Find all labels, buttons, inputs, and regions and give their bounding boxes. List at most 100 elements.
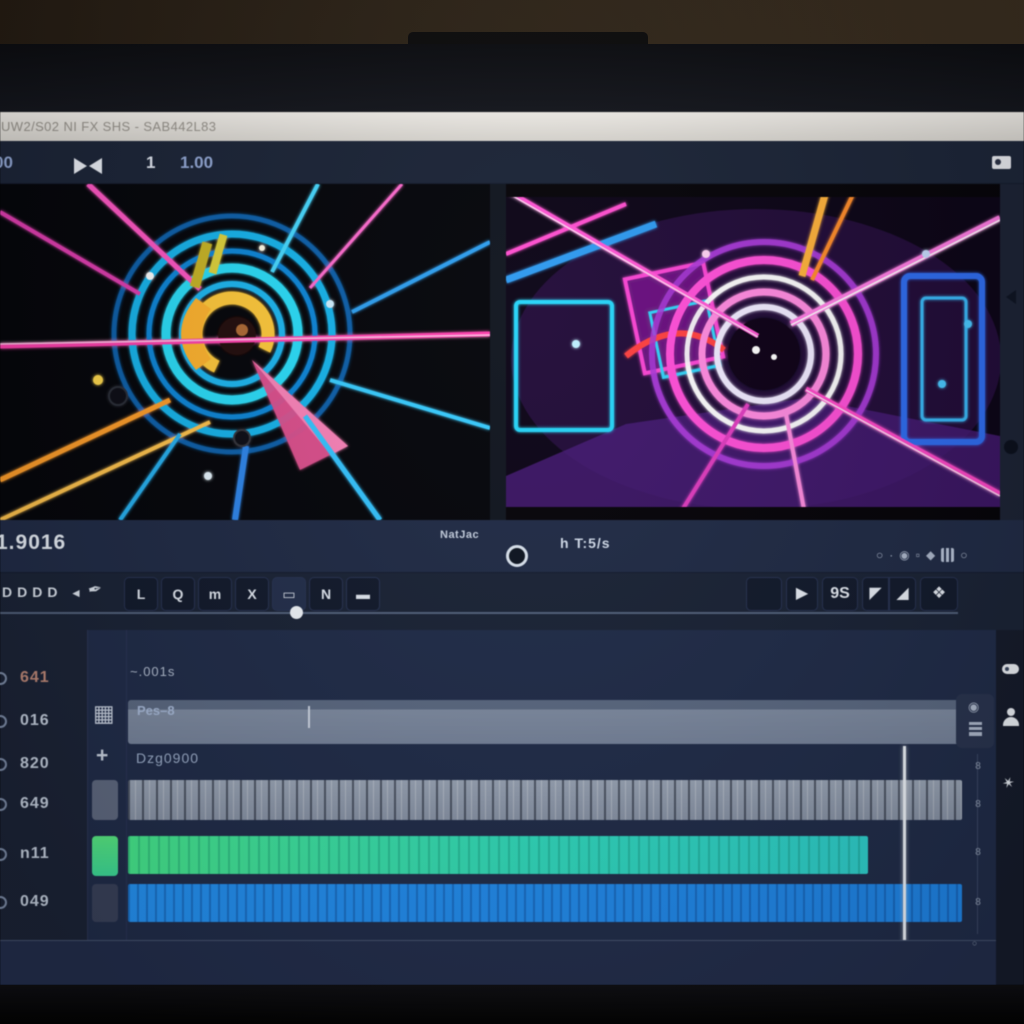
grid-view-icon[interactable]: ▦ bbox=[93, 700, 115, 727]
effect-row-label: Dzg0900 bbox=[136, 750, 199, 766]
track-color-chip-gray[interactable] bbox=[92, 780, 118, 820]
program-monitor-video bbox=[506, 184, 1000, 520]
track-toggle-icon[interactable] bbox=[0, 798, 7, 811]
photo-of-laptop-screen: UW2/S02 NI FX SHS - SAB442L83 00 1 1.00 bbox=[0, 0, 1024, 1024]
playhead[interactable] bbox=[903, 746, 906, 958]
play-button[interactable]: ▶ bbox=[786, 577, 818, 611]
track-lock-icon[interactable]: 8 bbox=[971, 846, 985, 860]
track-header[interactable]: 016 bbox=[0, 711, 88, 735]
track-id: 049 bbox=[20, 893, 50, 911]
editor-window: UW2/S02 NI FX SHS - SAB442L83 00 1 1.00 bbox=[0, 112, 1024, 985]
select-tool-button[interactable]: ▭ bbox=[272, 577, 306, 611]
timeline-panel: 641 016 820 649 n11 bbox=[0, 630, 1024, 985]
track-lock-icon[interactable]: 8 bbox=[971, 896, 985, 910]
video-clip-filmstrip[interactable] bbox=[128, 780, 962, 820]
zoom-tool-button[interactable]: Q bbox=[161, 577, 195, 611]
clip-name-label: NatJac bbox=[440, 529, 479, 541]
track-options-panel[interactable]: ◉ bbox=[956, 694, 994, 748]
laptop-base bbox=[0, 985, 1024, 1024]
user-icon[interactable] bbox=[1003, 708, 1019, 726]
dot-icon[interactable]: · bbox=[889, 547, 893, 563]
slip-tool-button[interactable]: ▬ bbox=[346, 577, 380, 611]
program-monitor[interactable] bbox=[506, 184, 1000, 520]
track-color-chip-green[interactable] bbox=[92, 836, 118, 876]
track-header[interactable]: n11 bbox=[0, 844, 88, 868]
track-toggle-icon[interactable] bbox=[0, 672, 7, 685]
window-title: UW2/S02 NI FX SHS - SAB442L83 bbox=[1, 119, 216, 134]
effects-sparkle-icon[interactable]: ✶ bbox=[999, 772, 1017, 793]
safe-margins-icon[interactable]: ▫ bbox=[916, 547, 920, 563]
track-header[interactable]: 641 bbox=[0, 668, 88, 692]
room-background bbox=[0, 0, 1024, 44]
keyframe-tool-icon[interactable]: D bbox=[2, 584, 12, 600]
blank-button[interactable] bbox=[746, 577, 782, 611]
settings-icon[interactable]: ◉ bbox=[899, 547, 909, 563]
sequence-marker bbox=[308, 706, 310, 728]
output-icon[interactable]: ○ bbox=[960, 547, 967, 563]
track-toggle-icon[interactable] bbox=[0, 758, 7, 771]
track-id: 649 bbox=[20, 795, 50, 813]
track-color-chip-dark[interactable] bbox=[92, 884, 118, 922]
tools-toolbar: D D D D ◄ ✒ L Q m X ▭ N ▬ ▶ 9S ◤ ◢ ❖ bbox=[0, 572, 1024, 630]
track-header[interactable]: 649 bbox=[0, 794, 88, 818]
keyframe-tool-icon[interactable]: D bbox=[47, 584, 57, 600]
audio-clip-teal[interactable] bbox=[128, 836, 868, 874]
track-header[interactable]: 049 bbox=[0, 892, 88, 916]
selection-arrow-icon[interactable]: ◄ bbox=[70, 586, 82, 600]
hand-tool-button[interactable]: L bbox=[124, 577, 158, 611]
track-toggle-icon[interactable] bbox=[0, 896, 7, 909]
levels-icon[interactable] bbox=[969, 722, 982, 736]
speed-button[interactable]: 9S bbox=[822, 577, 858, 611]
sliders-icon[interactable] bbox=[941, 548, 954, 562]
marker-tool-button[interactable]: m bbox=[198, 577, 232, 611]
audio-clip-blue[interactable] bbox=[128, 884, 962, 922]
nested-sequence-bar[interactable]: Pes–8 bbox=[128, 700, 964, 744]
webcam-notch bbox=[408, 32, 648, 44]
rail-divider bbox=[126, 630, 127, 985]
keyframe-icon[interactable] bbox=[74, 158, 102, 174]
monitor-settings-icons: ○ · ◉ ▫ ◆ ○ bbox=[876, 546, 1016, 564]
app-menubar: 00 1 1.00 bbox=[0, 141, 1024, 184]
sphere-icon bbox=[1004, 440, 1018, 454]
timecode-display[interactable]: 1.9016 bbox=[0, 531, 66, 555]
track-lock-icon[interactable]: 8 bbox=[971, 798, 985, 812]
ramp-button[interactable]: ◢ bbox=[889, 577, 916, 611]
track-id: 641 bbox=[20, 669, 50, 687]
display-icon[interactable] bbox=[992, 156, 1011, 169]
track-toggle-icon[interactable] bbox=[0, 715, 7, 728]
keyframe-tool-icon[interactable]: D bbox=[32, 584, 42, 600]
source-monitor-video bbox=[0, 184, 490, 520]
keyframe-tool-icon[interactable]: D bbox=[17, 584, 27, 600]
track-id: n11 bbox=[20, 845, 50, 863]
screen-bezel bbox=[0, 44, 1024, 112]
track-toggle-icon[interactable] bbox=[0, 848, 7, 861]
track-id: 820 bbox=[20, 755, 50, 773]
track-tool-button[interactable]: N bbox=[309, 577, 343, 611]
razor-tool-button[interactable]: X bbox=[235, 577, 269, 611]
record-button[interactable] bbox=[506, 545, 528, 567]
right-dock-panel: ✶ bbox=[996, 630, 1024, 985]
zoom-level-value[interactable]: 1.00 bbox=[180, 153, 213, 173]
sequence-label: Pes–8 bbox=[137, 703, 175, 718]
loop-icon[interactable]: ○ bbox=[876, 547, 883, 563]
playback-rate-label: h T:5/s bbox=[560, 535, 611, 551]
track-header[interactable]: 820 bbox=[0, 754, 88, 778]
window-titlebar[interactable]: UW2/S02 NI FX SHS - SAB442L83 bbox=[0, 112, 1024, 141]
move-button[interactable]: ❖ bbox=[920, 577, 958, 611]
add-track-icon[interactable]: + bbox=[96, 744, 108, 768]
track-lock-icon[interactable]: 8 bbox=[971, 760, 985, 774]
track-number-value: 1 bbox=[146, 153, 155, 173]
zoom-slider-knob[interactable] bbox=[290, 606, 303, 619]
source-monitor[interactable] bbox=[0, 184, 490, 520]
toggle-pill-icon[interactable] bbox=[1002, 664, 1019, 674]
pen-tool-icon[interactable]: ✒ bbox=[86, 579, 104, 602]
settings-icon[interactable]: ◉ bbox=[968, 699, 979, 715]
timeline-footer bbox=[0, 941, 1024, 985]
zoom-slider-track[interactable] bbox=[0, 612, 958, 614]
export-frame-icon[interactable]: ◆ bbox=[926, 547, 935, 563]
scroll-end-icon: ○ bbox=[972, 938, 977, 948]
monitor-area: © bbox=[0, 184, 1024, 520]
flag-button[interactable]: ◤ bbox=[862, 577, 889, 611]
monitor-control-bar: 1.9016 NatJac h T:5/s ○ · ◉ ▫ ◆ ○ bbox=[0, 520, 1024, 572]
collapse-arrow-icon[interactable] bbox=[1006, 290, 1016, 304]
